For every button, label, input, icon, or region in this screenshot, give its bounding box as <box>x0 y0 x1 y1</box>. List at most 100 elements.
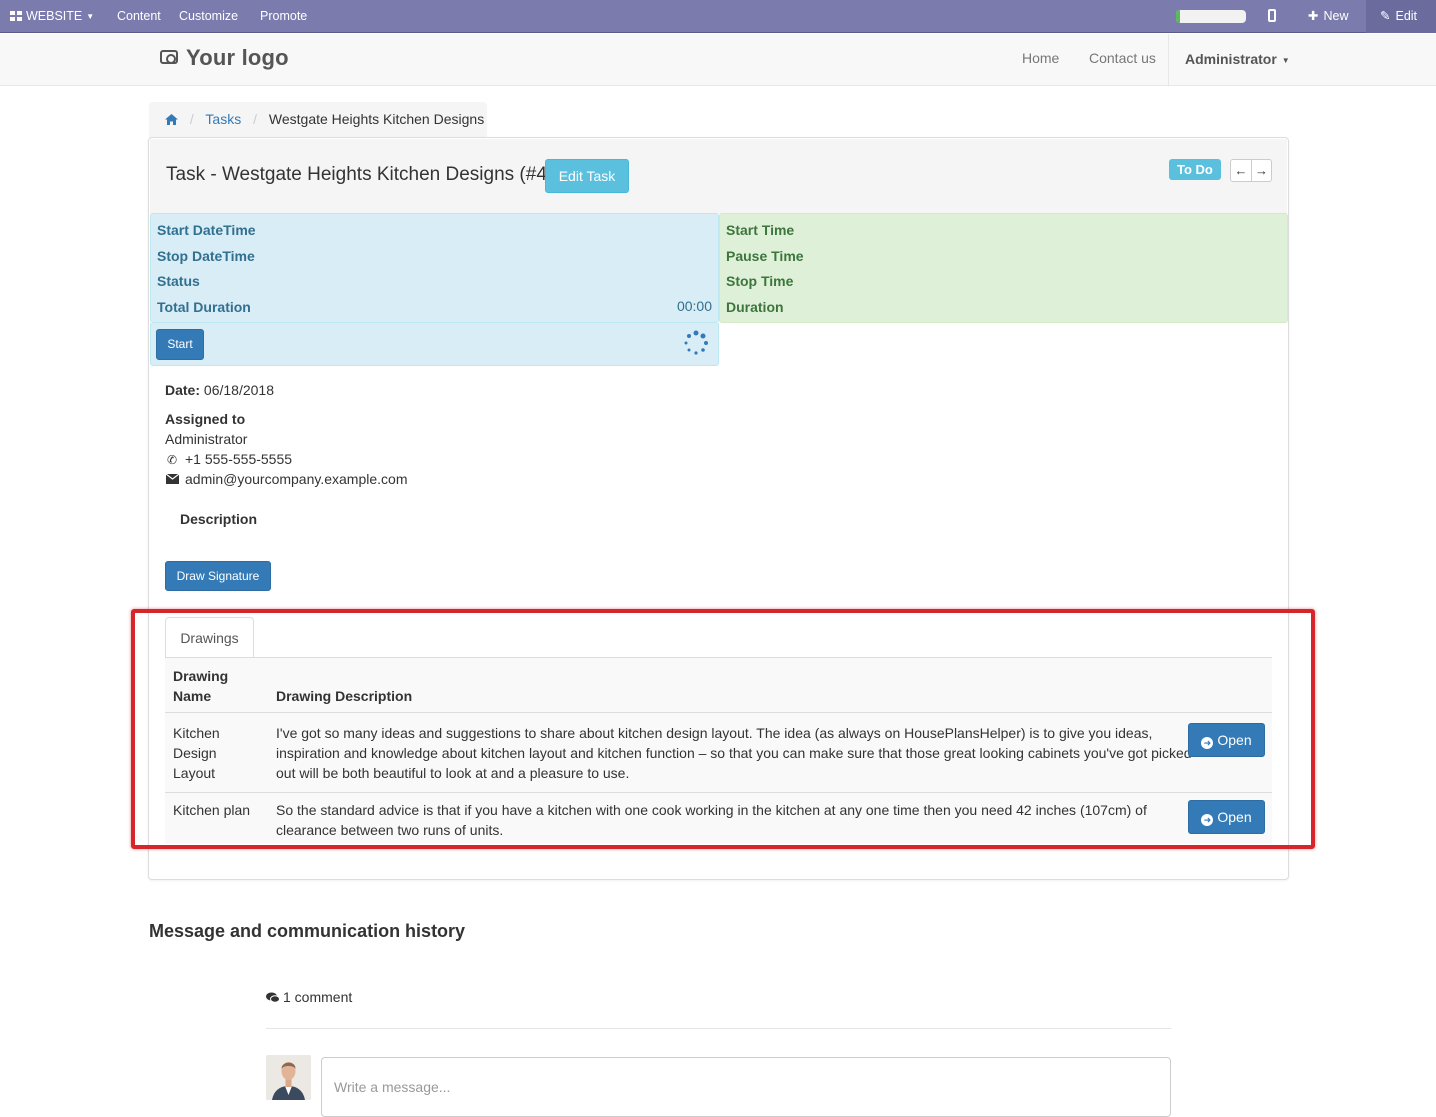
arrow-left-icon[interactable]: ← <box>1231 160 1251 181</box>
new-button-label: New <box>1323 9 1349 23</box>
row-divider <box>165 792 1272 793</box>
comment-count-text: 1 comment <box>283 989 353 1005</box>
breadcrumb-separator: / <box>253 111 257 127</box>
admin-top-bar: WEBSITE ▼ Content Customize Promote ✚ New … <box>0 0 1436 33</box>
camera-icon <box>160 50 178 64</box>
nav-contact-us[interactable]: Contact us <box>1089 50 1156 66</box>
stage-badge: To Do <box>1169 159 1221 180</box>
row-divider <box>165 712 1272 713</box>
edit-task-button[interactable]: Edit Task <box>545 159 629 193</box>
comments-icon <box>266 990 280 1006</box>
col-drawing-name: Drawing Name <box>173 666 228 706</box>
website-menu[interactable]: WEBSITE ▼ <box>10 0 94 33</box>
email-value: admin@yourcompany.example.com <box>185 471 408 487</box>
breadcrumb-tasks[interactable]: Tasks <box>205 111 241 127</box>
arrow-right-icon[interactable]: → <box>1251 160 1271 181</box>
home-icon[interactable] <box>165 103 178 137</box>
drawing-name-line: Design <box>173 745 217 761</box>
assignee-name: Administrator <box>165 431 248 447</box>
record-pager: ← → <box>1230 159 1272 182</box>
total-duration-label: Total Duration <box>157 299 251 315</box>
nav-home[interactable]: Home <box>1022 50 1059 66</box>
caret-down-icon: ▼ <box>1281 55 1290 65</box>
drawing-description-line: inspiration and knowledge about kitchen … <box>276 745 1192 761</box>
drawing-name: Kitchen Design Layout <box>173 723 220 783</box>
mobile-icon <box>1268 9 1276 22</box>
arrow-circle-right-icon: ➜ <box>1201 814 1214 826</box>
start-timer-button[interactable]: Start <box>156 329 204 360</box>
breadcrumb-separator: / <box>189 111 194 127</box>
envelope-icon <box>165 473 179 487</box>
col-drawing-name-line: Name <box>173 688 212 704</box>
col-drawing-name-line: Drawing <box>173 668 229 684</box>
pencil-icon: ✎ <box>1380 9 1391 23</box>
comment-divider <box>266 1028 1171 1029</box>
col-drawing-description: Drawing Description <box>276 688 413 704</box>
assignee-email: admin@yourcompany.example.com <box>165 471 408 487</box>
comment-count: 1 comment <box>266 989 352 1006</box>
promote-menu[interactable]: Promote <box>260 0 307 33</box>
caret-down-icon: ▼ <box>86 12 95 22</box>
stop-datetime-label: Stop DateTime <box>157 248 255 264</box>
breadcrumb: / Tasks / Westgate Heights Kitchen Desig… <box>149 102 487 138</box>
drawing-description: I've got so many ideas and suggestions t… <box>276 723 1192 783</box>
avatar <box>266 1055 311 1100</box>
timer-controls: Start <box>150 323 719 366</box>
date-value: 06/18/2018 <box>203 382 274 398</box>
content-menu[interactable]: Content <box>117 0 161 33</box>
status-label: Status <box>157 273 200 289</box>
logo-text: Your logo <box>186 45 289 70</box>
task-header: Task - Westgate Heights Kitchen Designs … <box>150 139 1287 214</box>
site-logo[interactable]: Your logo <box>160 45 289 71</box>
date-label: Date: <box>165 382 201 398</box>
site-header: Your logo Home Contact us Administrator ▼ <box>0 34 1436 86</box>
spinner-icon <box>683 330 709 356</box>
apps-icon <box>10 1 22 21</box>
message-input[interactable] <box>321 1057 1171 1117</box>
plus-icon: ✚ <box>1308 9 1319 23</box>
pause-time-label: Pause Time <box>726 248 804 264</box>
open-drawing-button[interactable]: ➜ Open <box>1188 800 1265 834</box>
drawing-description-line: out will be both beautiful to look at an… <box>276 765 630 781</box>
new-button[interactable]: ✚ New <box>1308 0 1349 33</box>
drawing-name-line: Kitchen <box>173 725 220 741</box>
task-date: Date: 06/18/2018 <box>165 382 274 398</box>
stop-time-label: Stop Time <box>726 273 794 289</box>
message-history-title: Message and communication history <box>149 921 466 941</box>
tab-divider <box>165 657 1272 658</box>
drawing-description-line: So the standard advice is that if you ha… <box>276 802 1147 818</box>
drawing-description-line: clearance between two runs of units. <box>276 822 504 838</box>
progress-bar <box>1176 10 1246 23</box>
start-time-label: Start Time <box>726 222 795 238</box>
duration-label: Duration <box>726 299 784 315</box>
timer-info-box: Start DateTime Stop DateTime Status Tota… <box>150 213 719 323</box>
open-drawing-button[interactable]: ➜ Open <box>1188 723 1265 757</box>
drawing-name-line: Layout <box>173 765 216 781</box>
breadcrumb-current: Westgate Heights Kitchen Designs <box>268 111 485 127</box>
customize-menu[interactable]: Customize <box>179 0 238 33</box>
nav-divider <box>1168 34 1169 86</box>
drawing-description-line: I've got so many ideas and suggestions t… <box>276 725 1153 741</box>
arrow-circle-right-icon: ➜ <box>1201 737 1214 749</box>
draw-signature-button[interactable]: Draw Signature <box>165 561 271 591</box>
assignee-phone: ✆ +1 555-555-5555 <box>165 451 292 467</box>
phone-value: +1 555-555-5555 <box>185 451 293 467</box>
edit-button-label: Edit <box>1395 9 1418 23</box>
drawing-name-line: Kitchen plan <box>173 802 251 818</box>
open-button-label: Open <box>1217 809 1252 825</box>
mobile-preview-button[interactable] <box>1268 0 1276 33</box>
phone-icon: ✆ <box>166 453 178 467</box>
assigned-label: Assigned to <box>165 411 246 427</box>
progress-fill <box>1176 10 1180 23</box>
description-label: Description <box>180 511 258 527</box>
total-duration-value: 00:00 <box>676 298 712 314</box>
start-datetime-label: Start DateTime <box>157 222 256 238</box>
edit-button[interactable]: ✎ Edit <box>1366 0 1436 33</box>
open-button-label: Open <box>1217 732 1252 748</box>
user-menu-label: Administrator <box>1185 51 1277 67</box>
drawing-name: Kitchen plan <box>173 800 250 820</box>
timer-times-box: Start Time Pause Time Stop Time Duration <box>719 213 1288 323</box>
tab-drawings[interactable]: Drawings <box>165 617 254 658</box>
user-menu[interactable]: Administrator ▼ <box>1185 51 1290 67</box>
website-menu-label: WEBSITE <box>26 9 83 23</box>
